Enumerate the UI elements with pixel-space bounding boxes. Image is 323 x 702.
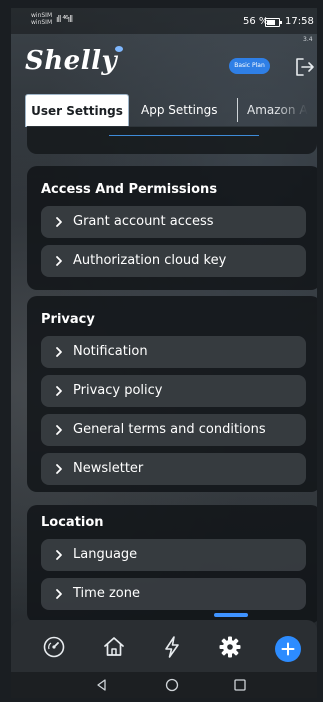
signal-icon: ıll ⁴⁶ıll xyxy=(56,15,73,25)
row-notification[interactable]: Notification xyxy=(41,336,306,368)
chevron-right-icon xyxy=(56,386,62,396)
row-grant-account-access[interactable]: Grant account access xyxy=(41,206,306,238)
chevron-right-icon xyxy=(56,464,62,474)
tab-user-settings[interactable]: User Settings xyxy=(25,94,129,127)
logout-icon[interactable] xyxy=(294,57,316,77)
sim1-label: winSIM xyxy=(31,12,53,19)
scrolled-card-remnant xyxy=(27,126,317,154)
sim-labels: winSIM winSIM xyxy=(31,12,52,26)
status-bar: winSIM winSIM ıll ⁴⁶ıll 56 % 17:58 xyxy=(11,8,317,34)
nav-scenes[interactable] xyxy=(159,634,185,660)
logo-accent-icon xyxy=(115,46,123,52)
sim2-label: winSIM xyxy=(31,19,53,26)
row-label: Authorization cloud key xyxy=(73,253,227,268)
plan-badge[interactable]: Basic Plan xyxy=(229,58,270,74)
chevron-right-icon xyxy=(56,347,62,357)
app-frame: winSIM winSIM ıll ⁴⁶ıll 56 % 17:58 Shell… xyxy=(11,8,317,698)
row-label: Time zone xyxy=(73,586,140,601)
add-button[interactable] xyxy=(275,636,301,662)
section-access-permissions: Access And Permissions Grant account acc… xyxy=(27,166,317,290)
row-privacy-policy[interactable]: Privacy policy xyxy=(41,375,306,407)
row-label: Notification xyxy=(73,344,148,359)
back-icon[interactable] xyxy=(95,678,109,692)
section-title: Location xyxy=(41,515,104,530)
clock: 17:58 xyxy=(285,16,314,27)
active-tab-indicator xyxy=(214,613,248,617)
settings-tabs: User Settings App Settings Amazon A xyxy=(25,94,317,128)
row-language[interactable]: Language xyxy=(41,539,306,571)
nav-home[interactable] xyxy=(101,634,127,660)
section-location: Location Language Time zone xyxy=(27,505,317,623)
logout-icon-svg xyxy=(296,58,314,76)
tab-amazon-label: Amazon A xyxy=(247,103,308,117)
chevron-right-icon xyxy=(56,256,62,266)
nav-settings[interactable] xyxy=(217,634,243,660)
tab-amazon-alexa[interactable]: Amazon A xyxy=(247,94,317,126)
row-general-terms[interactable]: General terms and conditions xyxy=(41,414,306,446)
settings-gear-icon xyxy=(219,636,241,658)
chevron-right-icon xyxy=(56,589,62,599)
row-label: Privacy policy xyxy=(73,383,163,398)
row-authorization-cloud-key[interactable]: Authorization cloud key xyxy=(41,245,306,277)
section-title: Access And Permissions xyxy=(41,182,218,197)
shelly-logo: Shelly xyxy=(25,46,118,76)
nav-dashboard[interactable] xyxy=(41,634,67,660)
row-label: Language xyxy=(73,547,138,562)
section-privacy: Privacy Notification Privacy policy Gene… xyxy=(27,296,317,492)
home-icon xyxy=(104,637,124,656)
row-time-zone[interactable]: Time zone xyxy=(41,578,306,610)
row-label: Grant account access xyxy=(73,214,214,229)
tab-divider xyxy=(237,98,238,122)
add-icon xyxy=(281,642,295,656)
bottom-nav xyxy=(11,620,317,672)
row-newsletter[interactable]: Newsletter xyxy=(41,453,306,485)
battery-icon xyxy=(265,18,282,27)
chevron-right-icon xyxy=(56,550,62,560)
system-nav-bar xyxy=(11,672,317,698)
row-label: General terms and conditions xyxy=(73,422,266,437)
dashboard-icon xyxy=(43,636,65,658)
scenes-bolt-icon xyxy=(165,636,179,658)
chevron-right-icon xyxy=(56,425,62,435)
row-label: Newsletter xyxy=(73,461,144,476)
app-version: 3.4 xyxy=(303,36,313,43)
section-title: Privacy xyxy=(41,312,95,327)
tab-app-settings[interactable]: App Settings xyxy=(141,94,231,126)
scrolled-card-accent-line xyxy=(109,135,259,136)
home-circle-icon[interactable] xyxy=(165,678,179,692)
recents-icon[interactable] xyxy=(233,678,247,692)
chevron-right-icon xyxy=(56,217,62,227)
